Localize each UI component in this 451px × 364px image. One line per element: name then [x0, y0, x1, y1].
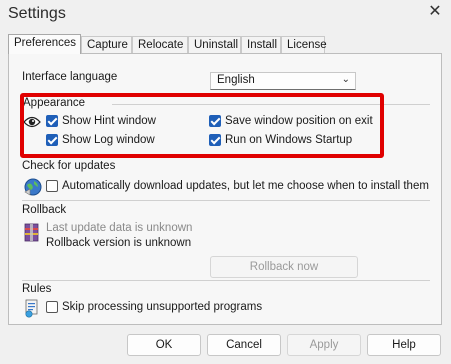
window-title: Settings	[8, 5, 66, 22]
tab-uninstall[interactable]: Uninstall	[188, 36, 241, 53]
archive-icon	[24, 223, 39, 242]
help-button[interactable]: Help	[367, 334, 441, 356]
skip-unsupported-checkbox[interactable]: Skip processing unsupported programs	[46, 301, 262, 313]
highlight-box	[20, 93, 384, 158]
ok-button[interactable]: OK	[127, 334, 201, 356]
rollback-version-text: Rollback version is unknown	[46, 237, 192, 249]
updates-group-title: Check for updates	[22, 160, 116, 172]
tab-license[interactable]: License	[281, 36, 327, 53]
auto-download-updates-check[interactable]	[46, 180, 58, 192]
chevron-down-icon: ⌄	[341, 74, 350, 85]
tab-install[interactable]: Install	[241, 36, 281, 53]
auto-download-updates-label: Automatically download updates, but let …	[62, 180, 429, 192]
close-icon[interactable]: ✕	[426, 3, 444, 21]
tab-capture[interactable]: Capture	[81, 36, 132, 53]
tab-relocate[interactable]: Relocate	[132, 36, 188, 53]
language-select-value: English	[217, 74, 255, 86]
interface-language-label: Interface language	[22, 71, 118, 83]
rollback-separator	[22, 280, 430, 281]
rules-group-title: Rules	[22, 283, 52, 295]
globe-update-icon	[24, 178, 42, 196]
auto-download-updates-checkbox[interactable]: Automatically download updates, but let …	[46, 180, 429, 192]
last-update-text: Last update data is unknown	[46, 222, 193, 234]
apply-button[interactable]: Apply	[287, 334, 361, 356]
language-select[interactable]: English ⌄	[210, 72, 356, 90]
rules-icon	[25, 299, 38, 318]
tab-preferences[interactable]: Preferences	[8, 34, 81, 54]
rollback-group-title: Rollback	[22, 204, 67, 216]
updates-separator	[22, 200, 430, 201]
rollback-now-button[interactable]: Rollback now	[210, 256, 358, 278]
skip-unsupported-label: Skip processing unsupported programs	[62, 301, 263, 313]
skip-unsupported-check[interactable]	[46, 301, 58, 313]
cancel-button[interactable]: Cancel	[207, 334, 281, 356]
